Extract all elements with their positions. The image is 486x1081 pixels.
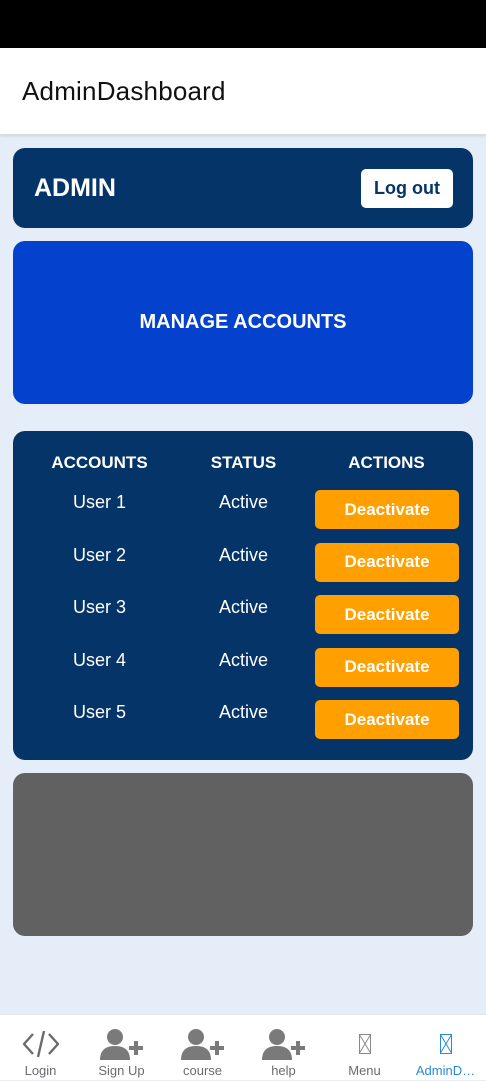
user-status: Active — [218, 492, 269, 512]
nav-label: help — [271, 1063, 296, 1078]
user-name: User 1 — [72, 492, 126, 512]
placeholder-panel — [13, 773, 473, 936]
deactivate-button[interactable]: Deactivate — [315, 542, 459, 582]
table-body: User 1 Active Deactivate User 2 Active D… — [13, 490, 473, 753]
add-user-icon — [261, 1027, 306, 1061]
table-row: User 5 Active Deactivate — [13, 700, 473, 753]
user-name: User 2 — [72, 544, 126, 565]
missing-glyph-icon — [358, 1027, 371, 1061]
code-icon — [21, 1027, 61, 1061]
status-bar — [0, 0, 486, 48]
user-name: User 3 — [72, 597, 126, 618]
bottom-nav: Login Sign Up course help Menu AdminD… — [0, 1014, 486, 1080]
user-name: User 5 — [72, 702, 126, 723]
user-name: User 4 — [72, 649, 126, 670]
logout-button[interactable]: Log out — [361, 168, 453, 208]
deactivate-button[interactable]: Deactivate — [315, 490, 459, 529]
admin-title: ADMIN — [34, 173, 116, 202]
header-accounts: ACCOUNTS — [51, 453, 148, 472]
nav-item-course[interactable]: course — [162, 1015, 243, 1081]
nav-item-login[interactable]: Login — [0, 1015, 81, 1081]
missing-glyph-icon — [439, 1027, 452, 1061]
add-user-icon — [180, 1027, 225, 1061]
user-status: Active — [218, 544, 269, 565]
table-row: User 4 Active Deactivate — [13, 647, 473, 701]
nav-item-help[interactable]: help — [243, 1015, 324, 1081]
nav-label: Menu — [348, 1063, 381, 1078]
deactivate-button[interactable]: Deactivate — [315, 595, 459, 635]
table-header: ACCOUNTS STATUS ACTIONS — [13, 453, 473, 475]
nav-label: course — [182, 1063, 223, 1078]
nav-item-admin-dashboard[interactable]: AdminD… — [405, 1015, 486, 1081]
header-status: STATUS — [210, 453, 277, 472]
nav-label: AdminD… — [415, 1063, 476, 1078]
deactivate-button[interactable]: Deactivate — [315, 647, 459, 687]
manage-accounts-title: MANAGE ACCOUNTS — [139, 311, 347, 333]
table-row: User 2 Active Deactivate — [13, 542, 473, 596]
table-row: User 3 Active Deactivate — [13, 595, 473, 648]
nav-label: Sign Up — [98, 1063, 145, 1078]
app-bar: AdminDashboard — [0, 48, 486, 135]
user-status: Active — [218, 597, 269, 618]
nav-label: Login — [24, 1063, 57, 1078]
nav-item-menu[interactable]: Menu — [324, 1015, 405, 1081]
page-title: AdminDashboard — [22, 75, 226, 106]
add-user-icon — [99, 1027, 144, 1061]
accounts-table: ACCOUNTS STATUS ACTIONS User 1 Active De… — [13, 431, 473, 760]
table-row: User 1 Active Deactivate — [13, 490, 473, 543]
user-status: Active — [218, 702, 269, 723]
manage-accounts-card[interactable]: MANAGE ACCOUNTS — [13, 241, 473, 404]
user-status: Active — [218, 649, 269, 670]
nav-item-sign-up[interactable]: Sign Up — [81, 1015, 162, 1081]
admin-card: ADMIN Log out — [13, 148, 473, 228]
deactivate-button[interactable]: Deactivate — [315, 700, 459, 740]
header-actions: ACTIONS — [348, 453, 425, 472]
